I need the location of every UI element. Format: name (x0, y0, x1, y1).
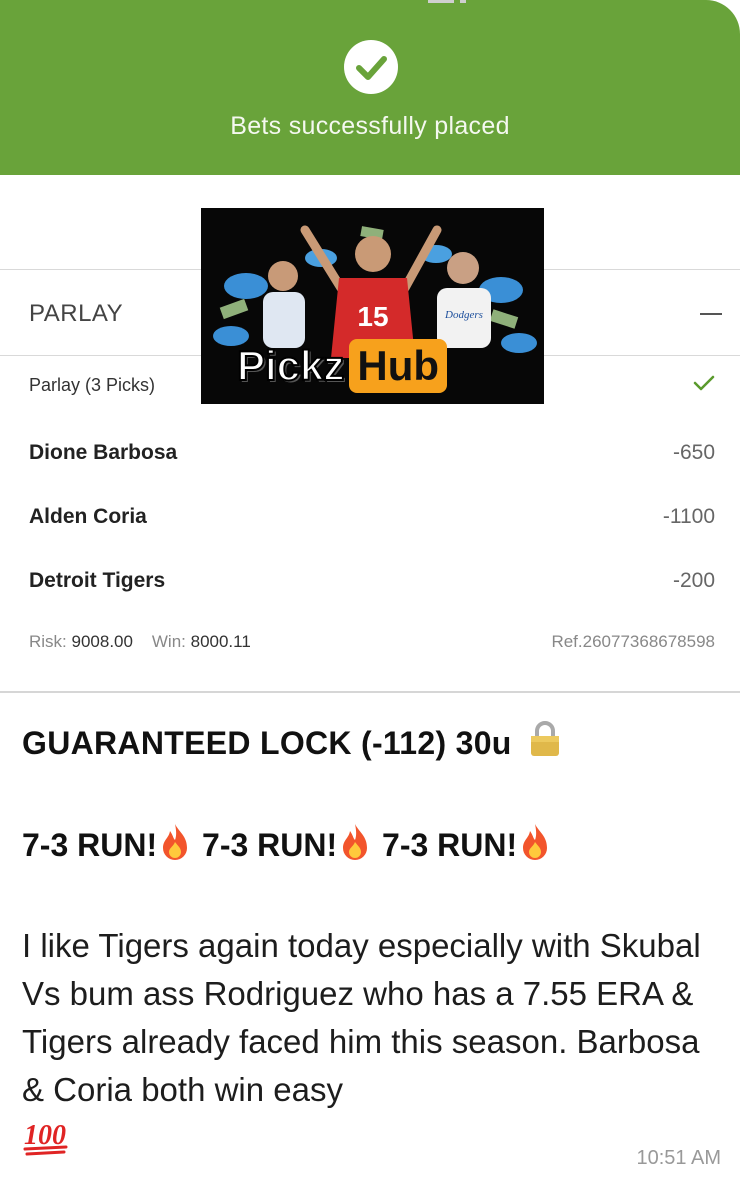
pick-row: Detroit Tigers -200 (29, 569, 715, 599)
message-timestamp: 10:51 AM (636, 1147, 721, 1169)
picks-label: Parlay (3 Picks) (29, 375, 156, 395)
win-value: 8000.11 (190, 632, 251, 651)
logo-wordmark: Pickz Hub (236, 336, 448, 396)
logo-word-left: Pickz (236, 341, 345, 390)
fire-icon (163, 824, 188, 860)
success-message: Bets successfully placed (230, 112, 510, 140)
logo-word-right: Hub (349, 339, 448, 393)
pickzhub-logo-image: 15 Dodgers Pickz Hub (201, 208, 544, 404)
pick-odds: -200 (672, 569, 715, 592)
minus-icon[interactable] (700, 313, 722, 315)
jersey-team: Dodgers (444, 309, 483, 321)
pick-name: Alden Coria (29, 505, 147, 528)
win-label: Win: (151, 632, 186, 651)
status-bar-marks (428, 0, 466, 3)
pick-row: Alden Coria -1100 (29, 505, 715, 535)
streak-text: 7-3 RUN! (22, 827, 158, 863)
streak-text: 7-3 RUN! (382, 827, 518, 863)
pick-odds: -650 (672, 441, 715, 464)
fire-icon (343, 824, 368, 860)
hundred-points-icon: 100 (23, 1120, 68, 1156)
pick-name: Detroit Tigers (29, 569, 166, 592)
message-title-line: GUARANTEED LOCK (-112) 30u (22, 720, 722, 762)
check-icon (693, 375, 715, 391)
reference-number: Ref.26077368678598 (551, 632, 715, 651)
message-screen: Bets successfully placed PARLAY Parlay (… (0, 0, 740, 1200)
divider (0, 691, 740, 693)
jersey-number: 15 (357, 301, 388, 332)
success-banner: Bets successfully placed (0, 0, 740, 175)
fire-icon (523, 824, 548, 860)
streak-line: 7-3 RUN! 7-3 RUN! 7-3 RUN! (22, 822, 722, 864)
section-title: PARLAY (29, 300, 124, 327)
message-title: GUARANTEED LOCK (-112) 30u (22, 725, 512, 761)
risk-label: Risk: (29, 632, 67, 651)
risk-value: 9008.00 (71, 632, 133, 651)
pick-name: Dione Barbosa (29, 441, 178, 464)
pick-row: Dione Barbosa -650 (29, 441, 715, 471)
streak-text: 7-3 RUN! (202, 827, 338, 863)
pick-odds: -1100 (662, 505, 715, 528)
check-circle-icon (344, 40, 398, 94)
message-body: I like Tigers again today especially wit… (22, 927, 701, 1108)
risk-win-group: Risk: 9008.00 Win: 8000.11 (29, 632, 251, 652)
lock-icon (530, 721, 559, 756)
